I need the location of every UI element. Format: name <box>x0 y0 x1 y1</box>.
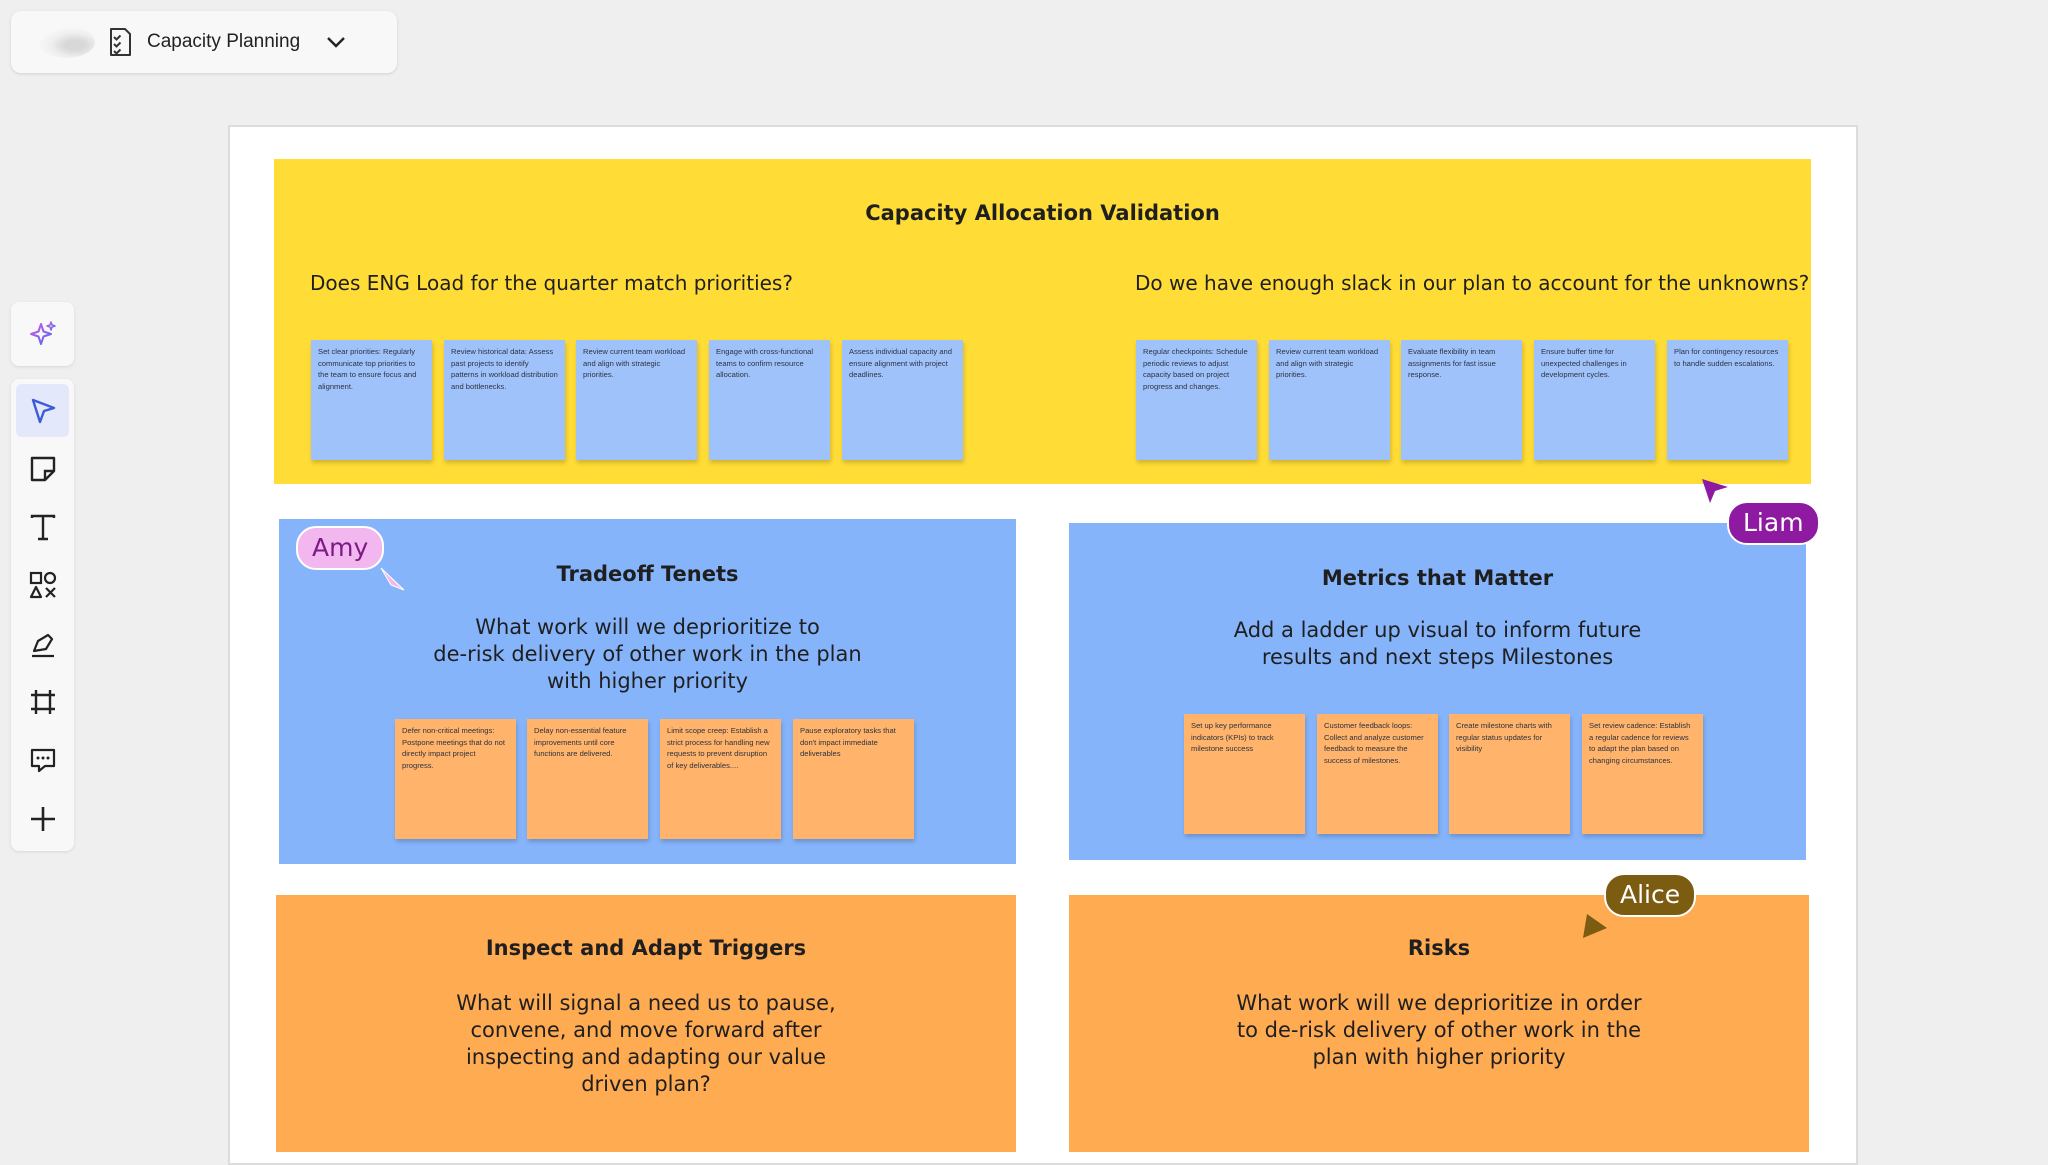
question-eng-load: Does ENG Load for the quarter match prio… <box>310 271 793 295</box>
chevron-down-icon[interactable] <box>324 30 348 54</box>
comment-icon[interactable] <box>16 733 69 786</box>
section-capacity-allocation[interactable]: Capacity Allocation Validation Does ENG … <box>274 159 1811 484</box>
sticky-note[interactable]: Plan for contingency resources to handle… <box>1667 340 1788 460</box>
pen-icon[interactable] <box>16 617 69 670</box>
sticky-note[interactable]: Set up key performance indicators (KPIs)… <box>1184 714 1305 834</box>
sparkle-icon[interactable] <box>16 307 69 360</box>
add-icon[interactable] <box>16 792 69 845</box>
section-description: What will signal a need us to pause, con… <box>456 991 836 1096</box>
section-description: What work will we deprioritize to de-ris… <box>433 615 862 693</box>
sticky-note[interactable]: Assess individual capacity and ensure al… <box>842 340 963 460</box>
cursor-label-liam: Liam <box>1727 501 1820 545</box>
section-description: What work will we deprioritize in order … <box>1236 991 1642 1069</box>
shapes-icon[interactable] <box>16 558 69 611</box>
section-title: Risks <box>1407 936 1471 960</box>
cursor-arrow-icon <box>1702 479 1728 503</box>
sticky-note[interactable]: Evaluate flexibility in team assignments… <box>1401 340 1522 460</box>
cursor-arrow-icon <box>1583 914 1607 938</box>
sticky-note[interactable]: Review historical data: Assess past proj… <box>444 340 565 460</box>
sticky-note[interactable]: Set review cadence: Establish a regular … <box>1582 714 1703 834</box>
select-cursor-icon[interactable] <box>16 384 69 437</box>
cursor-arrow-icon <box>380 567 405 591</box>
board-title: Capacity Planning <box>147 31 301 52</box>
sticky-note[interactable]: Customer feedback loops: Collect and ana… <box>1317 714 1438 834</box>
sticky-note[interactable]: Regular checkpoints: Schedule periodic r… <box>1136 340 1257 460</box>
sticky-note[interactable]: Pause exploratory tasks that don't impac… <box>793 719 914 839</box>
sticky-note[interactable]: Limit scope creep: Establish a strict pr… <box>660 719 781 839</box>
sticky-note[interactable]: Defer non-critical meetings: Postpone me… <box>395 719 516 839</box>
section-risks[interactable]: Risks What work will we deprioritize in … <box>1069 895 1809 1152</box>
section-title: Capacity Allocation Validation <box>865 201 1220 225</box>
sticky-note[interactable]: Create milestone charts with regular sta… <box>1449 714 1570 834</box>
frame-icon[interactable] <box>16 675 69 728</box>
sticky-note[interactable]: Delay non-essential feature improvements… <box>527 719 648 839</box>
section-metrics[interactable]: Metrics that Matter Add a ladder up visu… <box>1069 523 1806 860</box>
cursor-label-alice: Alice <box>1604 873 1697 917</box>
section-inspect-adapt[interactable]: Inspect and Adapt Triggers What will sig… <box>276 895 1016 1152</box>
sticky-note[interactable]: Review current team workload and align w… <box>576 340 697 460</box>
section-description: Add a ladder up visual to inform future … <box>1233 618 1642 669</box>
ai-toolbar <box>11 302 74 366</box>
question-slack: Do we have enough slack in our plan to a… <box>1135 271 1810 295</box>
section-title: Inspect and Adapt Triggers <box>485 936 807 960</box>
app-logo <box>37 26 95 58</box>
cursor-label-amy: Amy <box>296 526 385 570</box>
sticky-note[interactable]: Engage with cross-functional teams to co… <box>709 340 830 460</box>
sticky-note[interactable]: Ensure buffer time for unexpected challe… <box>1534 340 1655 460</box>
sticky-note-icon[interactable] <box>16 442 69 495</box>
section-title: Metrics that Matter <box>1321 566 1554 590</box>
text-tool-icon[interactable] <box>16 500 69 553</box>
checklist-icon <box>105 25 135 59</box>
sticky-note[interactable]: Review current team workload and align w… <box>1269 340 1390 460</box>
tools-toolbar <box>11 379 74 851</box>
sticky-note[interactable]: Set clear priorities: Regularly communic… <box>311 340 432 460</box>
board-switcher[interactable]: Capacity Planning <box>11 11 397 73</box>
